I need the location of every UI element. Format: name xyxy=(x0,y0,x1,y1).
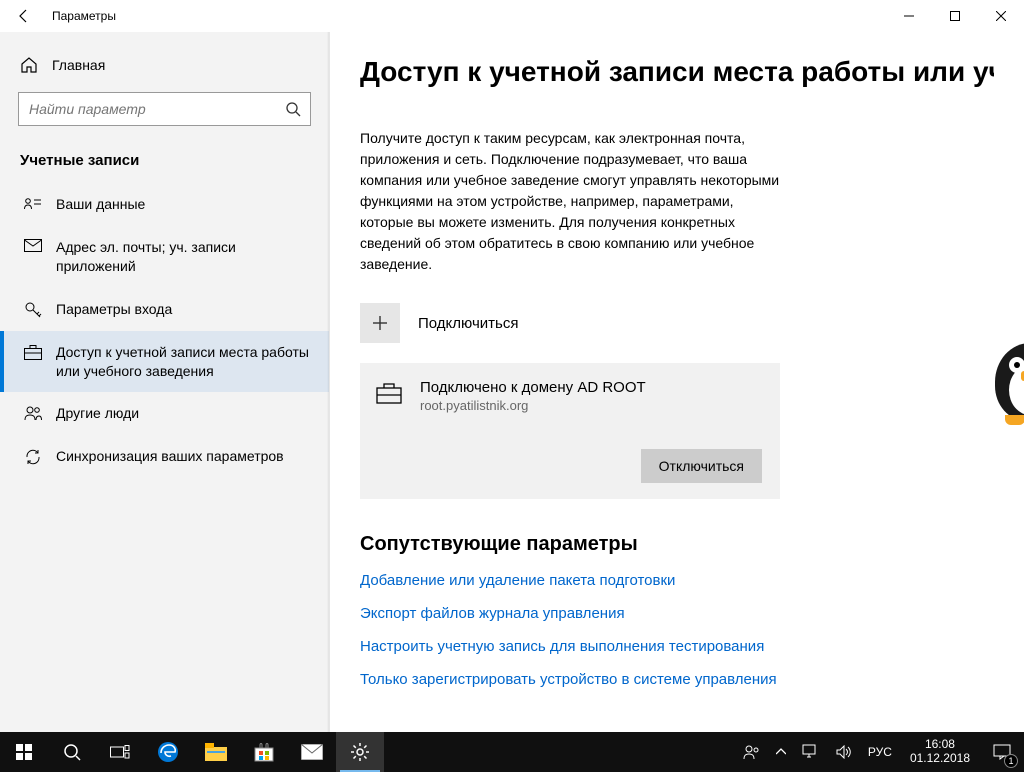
domain-title: Подключено к домену AD ROOT xyxy=(420,379,646,396)
content-area: Доступ к учетной записи места работы или… xyxy=(330,32,1024,732)
nav-item-work-access[interactable]: Доступ к учетной записи места работы или… xyxy=(0,331,329,393)
nav-label: Синхронизация ваших параметров xyxy=(56,447,284,466)
search-button[interactable] xyxy=(48,732,96,772)
link-enroll-device[interactable]: Только зарегистрировать устройство в сис… xyxy=(360,671,994,688)
sidebar: Главная Учетные записи Ваши данные Адрес… xyxy=(0,32,330,732)
people-icon xyxy=(24,404,42,421)
watermark-logo: pyatilistnik.org xyxy=(970,332,1024,432)
edge-app[interactable] xyxy=(144,732,192,772)
search-input[interactable] xyxy=(19,101,276,117)
key-icon xyxy=(24,300,42,319)
clock-date: 01.12.2018 xyxy=(910,752,970,766)
disconnect-button[interactable]: Отключиться xyxy=(641,449,762,483)
explorer-app[interactable] xyxy=(192,732,240,772)
people-tray-icon[interactable] xyxy=(734,732,768,772)
add-connection-button[interactable] xyxy=(360,303,400,343)
mail-app[interactable] xyxy=(288,732,336,772)
volume-tray-icon[interactable] xyxy=(828,732,860,772)
page-title: Доступ к учетной записи места работы или… xyxy=(360,56,994,88)
page-description: Получите доступ к таким ресурсам, как эл… xyxy=(360,128,790,275)
link-export-logs[interactable]: Экспорт файлов журнала управления xyxy=(360,605,994,622)
back-button[interactable] xyxy=(0,0,48,32)
nav-label: Параметры входа xyxy=(56,300,172,319)
nav-label: Доступ к учетной записи места работы или… xyxy=(56,343,309,381)
related-heading: Сопутствующие параметры xyxy=(360,533,994,556)
link-provisioning-package[interactable]: Добавление или удаление пакета подготовк… xyxy=(360,572,994,589)
nav-item-sync[interactable]: Синхронизация ваших параметров xyxy=(0,435,329,478)
briefcase-icon xyxy=(24,343,42,360)
connect-label: Подключиться xyxy=(418,315,518,332)
home-label: Главная xyxy=(52,57,105,73)
search-box[interactable] xyxy=(18,92,311,126)
task-view-button[interactable] xyxy=(96,732,144,772)
maximize-button[interactable] xyxy=(932,0,978,32)
start-button[interactable] xyxy=(0,732,48,772)
sync-icon xyxy=(24,447,42,466)
nav-item-other-people[interactable]: Другие люди xyxy=(0,392,329,435)
nav-label: Ваши данные xyxy=(56,195,145,214)
close-button[interactable] xyxy=(978,0,1024,32)
language-indicator[interactable]: РУС xyxy=(860,732,900,772)
nav-item-email-accounts[interactable]: Адрес эл. почты; уч. записи приложений xyxy=(0,226,329,288)
domain-card[interactable]: Подключено к домену AD ROOT root.pyatili… xyxy=(360,363,780,499)
nav-label: Адрес эл. почты; уч. записи приложений xyxy=(56,238,309,276)
tray-expand-icon[interactable] xyxy=(768,732,794,772)
nav-item-signin-options[interactable]: Параметры входа xyxy=(0,288,329,331)
action-center-button[interactable]: 1 xyxy=(980,732,1024,772)
home-icon xyxy=(20,56,38,74)
person-card-icon xyxy=(24,195,42,210)
search-icon[interactable] xyxy=(276,101,310,117)
clock-time: 16:08 xyxy=(910,738,970,752)
notification-badge: 1 xyxy=(1004,754,1018,768)
briefcase-icon xyxy=(376,379,402,404)
mail-icon xyxy=(24,238,42,253)
nav-item-your-info[interactable]: Ваши данные xyxy=(0,183,329,226)
nav-label: Другие люди xyxy=(56,404,139,423)
home-button[interactable]: Главная xyxy=(0,48,329,92)
domain-subtitle: root.pyatilistnik.org xyxy=(420,398,646,413)
settings-app[interactable] xyxy=(336,732,384,772)
store-app[interactable] xyxy=(240,732,288,772)
clock[interactable]: 16:08 01.12.2018 xyxy=(900,738,980,766)
section-title: Учетные записи xyxy=(0,144,329,183)
link-setup-test-account[interactable]: Настроить учетную запись для выполнения … xyxy=(360,638,994,655)
window-titlebar: Параметры xyxy=(0,0,1024,32)
taskbar: РУС 16:08 01.12.2018 1 xyxy=(0,732,1024,772)
minimize-button[interactable] xyxy=(886,0,932,32)
connect-row[interactable]: Подключиться xyxy=(360,299,994,363)
network-tray-icon[interactable] xyxy=(794,732,828,772)
window-title: Параметры xyxy=(48,9,116,23)
